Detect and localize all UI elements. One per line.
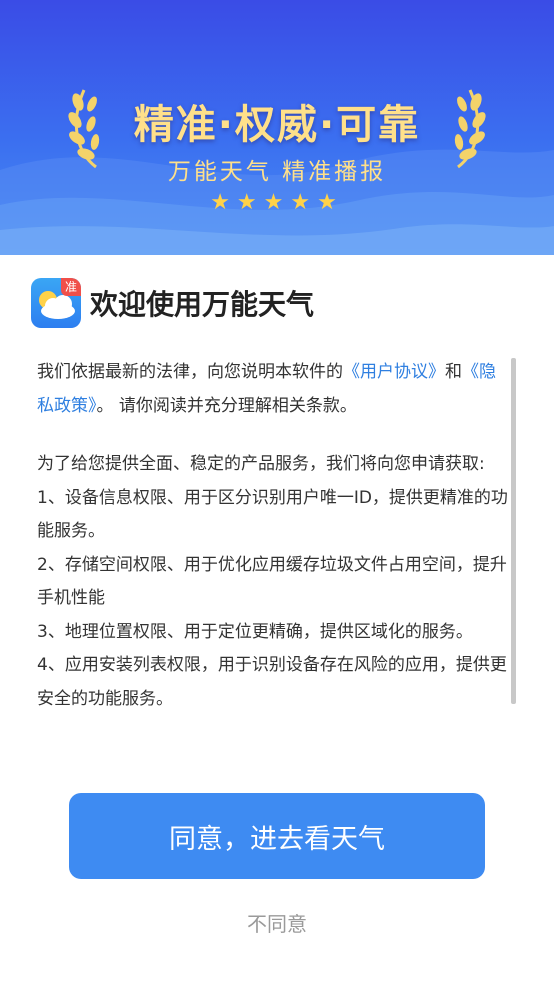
app-badge: 准 bbox=[61, 278, 81, 296]
rating-stars-icon: ★★★★★ bbox=[210, 190, 344, 215]
intro-text-1: 我们依据最新的法律，向您说明本软件的 bbox=[37, 362, 343, 382]
intro-text-2: 和 bbox=[445, 362, 462, 382]
app-logo: 准 bbox=[31, 278, 81, 328]
dialog-title: 欢迎使用万能天气 bbox=[90, 288, 315, 321]
intro-text-3: 。 请你阅读并充分理解相关条款。 bbox=[96, 395, 357, 416]
scrollbar[interactable] bbox=[511, 358, 516, 704]
permission-item: 2、存储空间权限、用于优化应用缓存垃圾文件占用空间，提升手机性能 bbox=[37, 554, 507, 609]
permission-item: 3、地理位置权限、用于定位更精确，提供区域化的服务。 bbox=[37, 621, 473, 642]
header-banner: 精准·权威·可靠 万能天气 精准播报 ★★★★★ bbox=[0, 0, 554, 255]
user-agreement-link[interactable]: 《用户协议》 bbox=[343, 362, 445, 382]
dialog-header: 准 欢迎使用万能天气 bbox=[31, 278, 314, 328]
intro-paragraph: 我们依据最新的法律，向您说明本软件的《用户协议》和《隐私政策》。 请你阅读并充分… bbox=[37, 356, 509, 423]
permission-item: 4、应用安装列表权限，用于识别设备存在风险的应用，提供更安全的功能服务。 bbox=[37, 655, 507, 709]
disagree-button[interactable]: 不同意 bbox=[0, 908, 554, 937]
banner-slogan: 精准·权威·可靠 bbox=[133, 102, 421, 148]
agree-button[interactable]: 同意，进去看天气 bbox=[69, 793, 485, 879]
banner-subtitle: 万能天气 精准播报 bbox=[167, 159, 387, 185]
permissions-intro: 为了给您提供全面、稳定的产品服务，我们将向您申请获取: bbox=[37, 454, 485, 474]
privacy-text-scroll[interactable]: 我们依据最新的法律，向您说明本软件的《用户协议》和《隐私政策》。 请你阅读并充分… bbox=[37, 356, 509, 726]
permission-item: 1、设备信息权限、用于区分识别用户唯一ID，提供更精准的功能服务。 bbox=[37, 487, 508, 542]
